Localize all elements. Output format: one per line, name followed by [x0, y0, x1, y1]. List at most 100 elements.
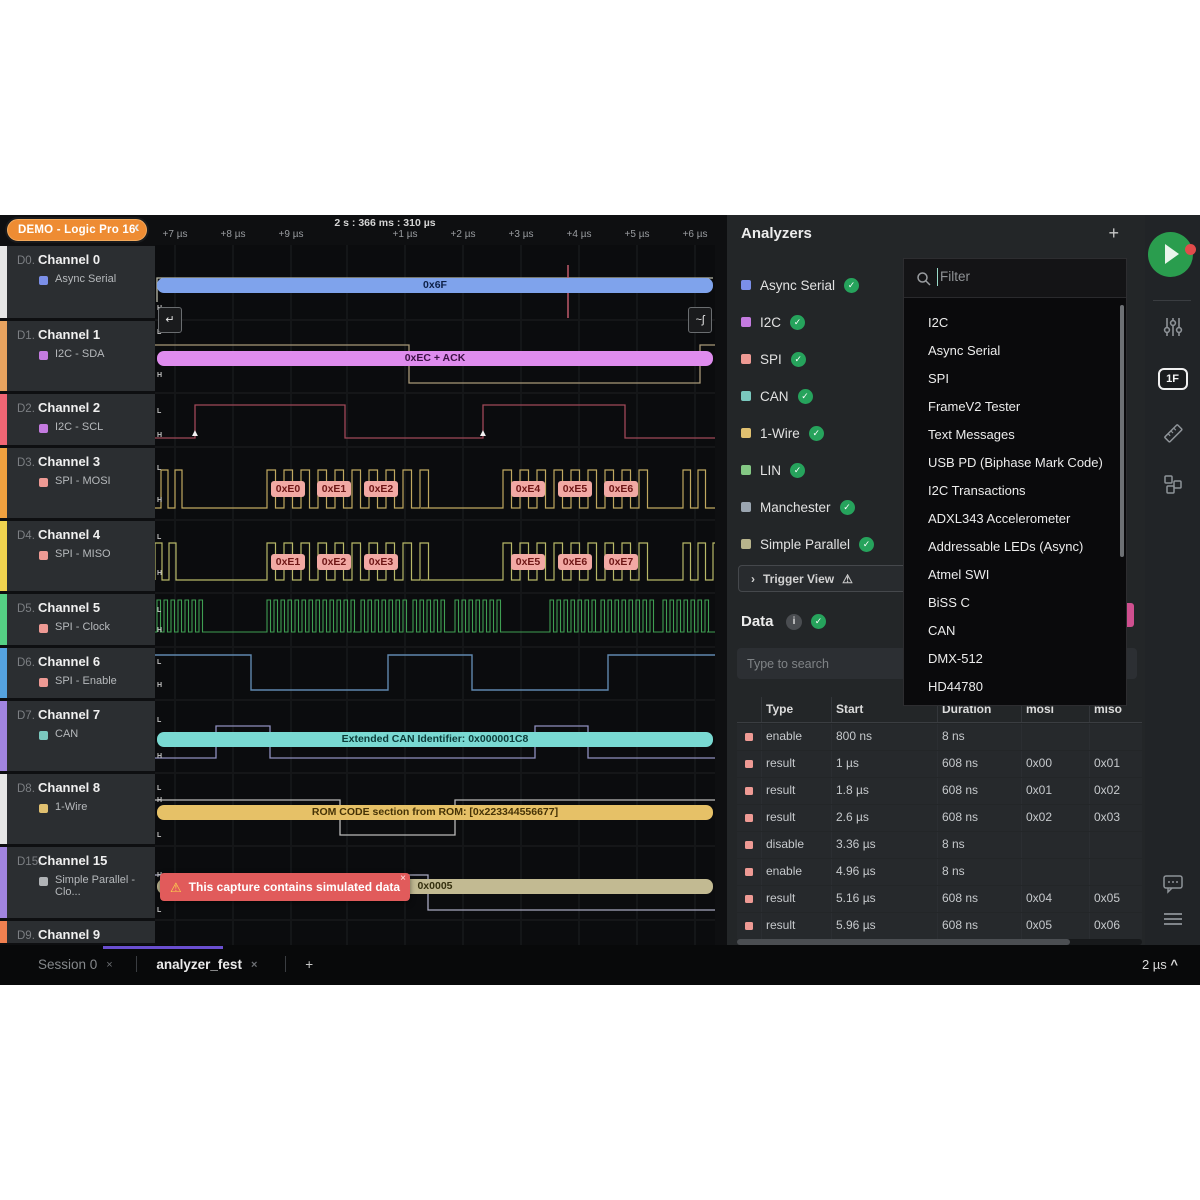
channel-color-strip	[0, 701, 7, 771]
dropdown-item-async-serial[interactable]: Async Serial	[904, 337, 1120, 365]
frame-mode-icon[interactable]: 1F	[1157, 368, 1188, 390]
channel-row-d1[interactable]: D1. Channel 1 I2C - SDA	[0, 321, 155, 391]
measure-ruler-icon[interactable]	[1161, 421, 1185, 445]
dropdown-item-hd44780[interactable]: HD44780	[904, 673, 1120, 701]
dropdown-item-addressable-leds-async-[interactable]: Addressable LEDs (Async)	[904, 533, 1120, 561]
channel-row-d5[interactable]: D5. Channel 5 SPI - Clock	[0, 594, 155, 645]
cell: result	[766, 810, 796, 824]
channel-row-d3[interactable]: D3. Channel 3 SPI - MOSI	[0, 448, 155, 518]
dropdown-item-i2c-transactions[interactable]: I2C Transactions	[904, 477, 1120, 505]
analyzer-color-swatch	[741, 354, 751, 364]
add-analyzer-button[interactable]: +	[1108, 223, 1119, 244]
cell: 608 ns	[942, 918, 979, 932]
analyzer-item-lin[interactable]: LIN ✓	[741, 460, 806, 480]
trigger-view-label: Trigger View	[763, 571, 835, 586]
analyzer-item-async-serial[interactable]: Async Serial ✓	[741, 275, 860, 295]
analyzer-label: Async Serial	[760, 277, 836, 293]
channel-analyzer-label: I2C - SDA	[55, 348, 105, 360]
table-row[interactable]: enable 800 ns 8 ns	[737, 724, 1142, 750]
analyzer-item-manchester[interactable]: Manchester ✓	[741, 497, 855, 517]
analyzer-swatch	[39, 804, 48, 813]
dropdown-item-text-messages[interactable]: Text Messages	[904, 421, 1120, 449]
table-row[interactable]: result 1 µs 608 ns 0x00 0x01	[737, 751, 1142, 777]
channel-row-d6[interactable]: D6. Channel 6 SPI - Enable	[0, 648, 155, 698]
cell: 608 ns	[942, 756, 979, 770]
channel-name: Channel 1	[38, 327, 101, 342]
table-row[interactable]: result 1.8 µs 608 ns 0x01 0x02	[737, 778, 1142, 804]
trigger-view-button[interactable]: › Trigger View ⚠	[738, 565, 908, 592]
channel-row-d9[interactable]: D9. Channel 9	[0, 921, 155, 943]
row-color-swatch	[745, 895, 753, 903]
new-tab-button[interactable]: +	[305, 957, 313, 972]
timeline-tick-label: +1 µs	[392, 229, 418, 240]
tab-close-icon[interactable]: ×	[106, 959, 112, 971]
dropdown-item-usb-pd-biphase-mark-code-[interactable]: USB PD (Biphase Mark Code)	[904, 449, 1120, 477]
main-menu-icon[interactable]	[1162, 911, 1184, 929]
capture-settings-icon[interactable]	[1162, 316, 1184, 338]
channel-row-d0[interactable]: D0. Channel 0 Async Serial	[0, 246, 155, 318]
channel-color-strip	[0, 774, 7, 844]
cell: 4.96 µs	[836, 864, 876, 878]
toast-close-icon[interactable]: ×	[400, 873, 406, 884]
waveform-area[interactable]: × ×	[155, 245, 715, 945]
timeline-tick-label: +7 µs	[162, 229, 188, 240]
channel-row-d2[interactable]: D2. Channel 2 I2C - SCL	[0, 394, 155, 445]
analyzer-item-simple-parallel[interactable]: Simple Parallel ✓	[741, 534, 875, 554]
dropdown-item-can[interactable]: CAN	[904, 617, 1120, 645]
tab-analyzer-fest[interactable]: analyzer_fest ×	[156, 957, 257, 972]
analyzer-swatch	[39, 551, 48, 560]
tab-separator	[136, 956, 138, 972]
timeline-tick-label: +3 µs	[508, 229, 534, 240]
dropdown-item-atmel-swi[interactable]: Atmel SWI	[904, 561, 1120, 589]
dropdown-item-i2c[interactable]: I2C	[904, 309, 1120, 337]
tab-separator	[285, 956, 287, 972]
dropdown-item-framev2-tester[interactable]: FrameV2 Tester	[904, 393, 1120, 421]
extensions-icon[interactable]	[1162, 473, 1184, 495]
cell: enable	[766, 729, 803, 743]
cell: 608 ns	[942, 810, 979, 824]
data-check-icon: ✓	[811, 614, 826, 629]
tab-close-icon[interactable]: ×	[251, 959, 257, 971]
analyzer-item-1-wire[interactable]: 1-Wire ✓	[741, 423, 824, 443]
channel-color-strip	[0, 246, 7, 318]
feedback-comment-icon[interactable]	[1161, 873, 1185, 895]
channel-color-strip	[0, 921, 7, 943]
dropdown-item-adxl343-accelerometer[interactable]: ADXL343 Accelerometer	[904, 505, 1120, 533]
tab-session-0[interactable]: Session 0 ×	[38, 957, 113, 972]
analyzer-item-spi[interactable]: SPI ✓	[741, 349, 806, 369]
dropdown-item-biss-c[interactable]: BiSS C	[904, 589, 1120, 617]
column-header-type[interactable]: Type	[766, 702, 793, 716]
channel-name: Channel 4	[38, 527, 101, 542]
collapse-sidebar-icon[interactable]: ‹	[134, 217, 140, 237]
analyzer-item-can[interactable]: CAN ✓	[741, 386, 813, 406]
info-icon[interactable]: i	[786, 614, 802, 630]
analyzer-check-icon: ✓	[790, 351, 806, 367]
channel-row-d4[interactable]: D4. Channel 4 SPI - MISO	[0, 521, 155, 591]
dropdown-item-dmx-512[interactable]: DMX-512	[904, 645, 1120, 673]
table-row[interactable]: result 2.6 µs 608 ns 0x02 0x03	[737, 805, 1142, 831]
channel-row-d8[interactable]: D8. Channel 8 1-Wire	[0, 774, 155, 844]
analyzer-color-swatch	[741, 317, 751, 327]
zoom-level-control[interactable]: 2 µs ^	[1142, 957, 1178, 972]
cell: 1.8 µs	[836, 783, 869, 797]
run-capture-button[interactable]	[1148, 232, 1196, 277]
dropdown-search-row[interactable]: Filter	[904, 259, 1126, 298]
timeline-tick-label: +9 µs	[278, 229, 304, 240]
channel-name: Channel 3	[38, 454, 101, 469]
analyzer-swatch	[39, 276, 48, 285]
trigger-warning-icon: ⚠	[842, 571, 853, 586]
channel-analyzer-label: SPI - MISO	[55, 548, 111, 560]
dropdown-scrollbar[interactable]	[1120, 305, 1124, 557]
demo-version-badge[interactable]: DEMO - Logic Pro 16	[7, 219, 147, 241]
table-row[interactable]: enable 4.96 µs 8 ns	[737, 859, 1142, 885]
channel-row-d15[interactable]: D15. Channel 15 Simple Parallel - Clo...	[0, 847, 155, 918]
table-row[interactable]: result 5.96 µs 608 ns 0x05 0x06	[737, 913, 1142, 939]
cell: 8 ns	[942, 864, 965, 878]
analyzer-item-i2c[interactable]: I2C ✓	[741, 312, 806, 332]
table-row[interactable]: result 5.16 µs 608 ns 0x04 0x05	[737, 886, 1142, 912]
dropdown-item-spi[interactable]: SPI	[904, 365, 1120, 393]
analyzer-check-icon: ✓	[808, 425, 824, 441]
channel-row-d7[interactable]: D7. Channel 7 CAN	[0, 701, 155, 771]
column-header-start[interactable]: Start	[836, 702, 863, 716]
table-row[interactable]: disable 3.36 µs 8 ns	[737, 832, 1142, 858]
